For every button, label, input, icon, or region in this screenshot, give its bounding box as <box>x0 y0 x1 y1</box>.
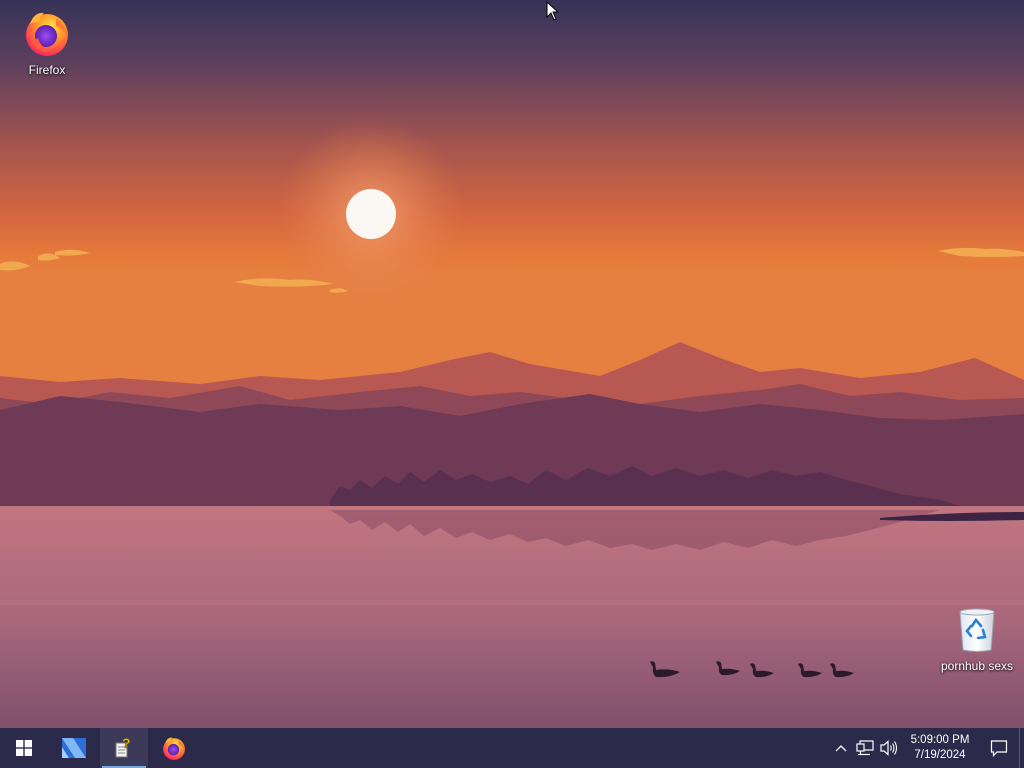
app-icon-blue <box>62 738 86 758</box>
mouse-cursor-icon <box>546 1 560 21</box>
help-document-icon: ? <box>115 737 131 758</box>
desktop[interactable]: Firefox pornhub sexs <box>0 0 1024 728</box>
taskbar-app-firefox[interactable] <box>150 728 198 768</box>
desktop-icon-label: Firefox <box>28 63 66 77</box>
windows-start-icon <box>16 740 32 756</box>
firefox-icon <box>163 737 185 760</box>
volume-icon <box>880 740 898 756</box>
action-center-button[interactable] <box>979 728 1019 768</box>
sun <box>346 189 396 239</box>
svg-text:?: ? <box>122 737 131 751</box>
start-button[interactable] <box>0 728 48 768</box>
system-tray: 5:09:00 PM 7/19/2024 <box>829 728 1024 768</box>
desktop-icon-recycle-bin[interactable]: pornhub sexs <box>937 606 1017 673</box>
recycle-bin-icon <box>959 608 995 652</box>
taskbar: ? 5:09:00 PM 7/19/2024 <box>0 728 1024 768</box>
show-desktop-button[interactable] <box>1019 728 1024 768</box>
desktop-icon-firefox[interactable]: Firefox <box>8 8 86 77</box>
volume-button[interactable] <box>877 728 901 768</box>
taskbar-app-2[interactable]: ? <box>100 728 148 768</box>
network-icon <box>856 740 874 756</box>
show-hidden-icons-button[interactable] <box>829 728 853 768</box>
clock[interactable]: 5:09:00 PM 7/19/2024 <box>901 728 979 768</box>
firefox-icon <box>26 12 68 56</box>
action-center-icon <box>990 740 1008 757</box>
network-button[interactable] <box>853 728 877 768</box>
wallpaper <box>0 0 1024 728</box>
clock-date: 7/19/2024 <box>914 749 966 761</box>
desktop-icon-label: pornhub sexs <box>940 659 1014 673</box>
chevron-up-icon <box>835 745 847 752</box>
taskbar-app-1[interactable] <box>50 728 98 768</box>
clock-time: 5:09:00 PM <box>910 734 970 746</box>
